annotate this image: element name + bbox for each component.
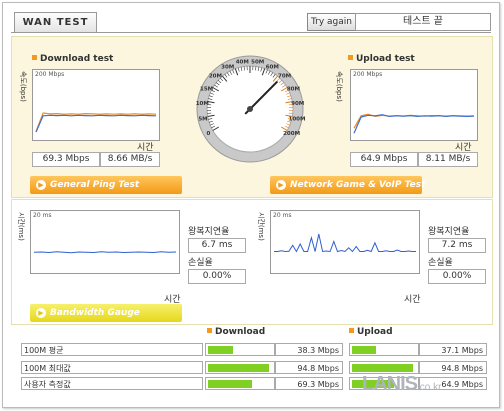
game-graph: 20 ms [270,210,420,274]
ping-graph: 20 ms [30,210,180,274]
orange-bullet-icon [207,328,212,333]
bandwidth-download-bar [205,343,275,356]
gauge-tick-label: 60M [266,65,279,71]
bandwidth-row-label: 100M 최대값 [21,361,203,374]
speed-test-panel: Download test 속도(bps) 200 Mbps 시간 69.3 M… [11,36,493,198]
ping-loss-label: 손실율 [188,258,213,268]
download-chart [35,112,157,133]
download-speed: 69.3 Mbps [32,152,100,167]
bandwidth-upload-bar [349,343,419,356]
status-text: 테스트 끝 [355,13,491,31]
ping-rtt-label: 왕복지연율 [188,227,230,237]
bandwidth-upload-value: 37.1 Mbps [419,343,487,356]
upload-series-1 [353,114,475,134]
bandwidth-upload-header: Upload [349,327,393,337]
gauge-tick-label: 100M [289,117,305,123]
download-ylabel: 속도(bps) [19,71,27,102]
game-rtt-label: 왕복지연율 [428,227,470,237]
upload-speed: 64.9 Mbps [350,152,418,167]
arrow-right-icon: ▶ [276,180,286,190]
download-graph: 200 Mbps [32,69,160,141]
gauge-tick-label: 70M [278,74,291,80]
speed-gauge: 0 5M 10M 15M 20M 30M40M 50M60M 70M 80M 90M 100M 200… [196,55,305,163]
upload-ylabel: 속도(bps) [335,71,343,102]
download-rate: 8.66 MB/s [100,152,160,167]
orange-bullet-icon [349,328,354,333]
network-game-voip-test-button[interactable]: ▶ Network Game & VoIP Test [270,176,426,194]
gauge-tick-label: 80M [287,86,300,92]
bandwidth-upload-label: Upload [357,327,393,337]
gauge-tick-label: 20M [209,74,222,80]
gauge-tick-label: 200M [283,131,300,137]
game-line [274,233,416,253]
gauge-tick-label: 90M [291,101,304,107]
try-again-button[interactable]: Try again [307,13,356,31]
gauge-tick-label: 30M [221,65,234,71]
ping-rtt-value: 6.7 ms [188,238,246,253]
lanis-logo: LANIS.co.kr [362,373,441,396]
ping-ylabel: 시간(ms) [17,212,25,241]
bandwidth-upload-bar-fill [352,346,376,354]
bandwidth-download-value: 69.3 Mbps [275,377,343,390]
general-ping-test-button[interactable]: ▶ General Ping Test [30,176,182,194]
game-loss-label: 손실율 [428,258,453,268]
logo-suffix: .co.kr [417,382,442,393]
network-game-voip-test-label: Network Game & VoIP Test [290,180,426,190]
gauge-tick-label: 10M [196,101,209,107]
gauge-tick-label: 50M [251,60,264,66]
upload-test-label: Upload test [356,54,415,64]
game-rtt-value: 7.2 ms [428,238,486,253]
upload-rate: 8.11 MB/s [418,152,478,167]
upload-test-title: Upload test [348,54,415,64]
ping-test-panel: 시간(ms) 20 ms 시간 왕복지연율 6.7 ms 손실율 0.00% 시… [11,199,493,325]
general-ping-test-label: General Ping Test [50,180,140,190]
gauge-hub [247,106,253,112]
download-test-title: Download test [32,54,113,64]
ping-chart [33,251,177,254]
upload-chart [353,113,475,134]
logo-main: LANIS [362,373,418,395]
arrow-right-icon: ▶ [36,180,46,190]
header-bar: WAN TEST Try again 테스트 끝 [3,3,499,33]
bandwidth-download-value: 38.3 Mbps [275,343,343,356]
game-xlabel: 시간 [404,295,421,305]
game-chart [274,233,416,253]
tab-wan-test[interactable]: WAN TEST [14,12,97,32]
bandwidth-download-header: Download [207,327,265,337]
download-series-1 [35,114,157,133]
bandwidth-download-bar-fill [208,364,269,372]
bandwidth-download-bar-fill [208,380,253,388]
bandwidth-row-label: 사용자 측정값 [21,377,203,390]
bandwidth-download-bar [205,377,275,390]
upload-graph: 200 Mbps [350,69,478,141]
game-loss-value: 0.00% [428,269,486,284]
game-ylabel: 시간(ms) [257,212,265,241]
ping-line [33,251,177,254]
gauge-tick-label: 0 [206,131,210,137]
header-divider [11,32,491,33]
arrow-right-icon: ▶ [36,308,46,318]
download-test-label: Download test [40,54,114,64]
ping-loss-value: 0.00% [188,269,246,284]
bandwidth-download-bar [205,361,275,374]
gauge-tick-label: 40M [236,60,249,66]
gauge-tick-label: 15M [200,86,213,92]
bandwidth-gauge-label: Bandwidth Gauge [50,308,140,318]
bandwidth-upload-bar-fill [352,364,413,372]
orange-bullet-icon [348,55,353,60]
bandwidth-download-bar-fill [208,346,233,354]
wan-test-window: WAN TEST Try again 테스트 끝 Download test 속… [2,2,500,408]
bandwidth-gauge-button[interactable]: ▶ Bandwidth Gauge [30,304,182,322]
bandwidth-download-value: 94.8 Mbps [275,361,343,374]
bandwidth-download-label: Download [215,327,266,337]
gauge-tick-label: 5M [198,117,207,123]
orange-bullet-icon [32,55,37,60]
bandwidth-row-label: 100M 평균 [21,343,203,356]
